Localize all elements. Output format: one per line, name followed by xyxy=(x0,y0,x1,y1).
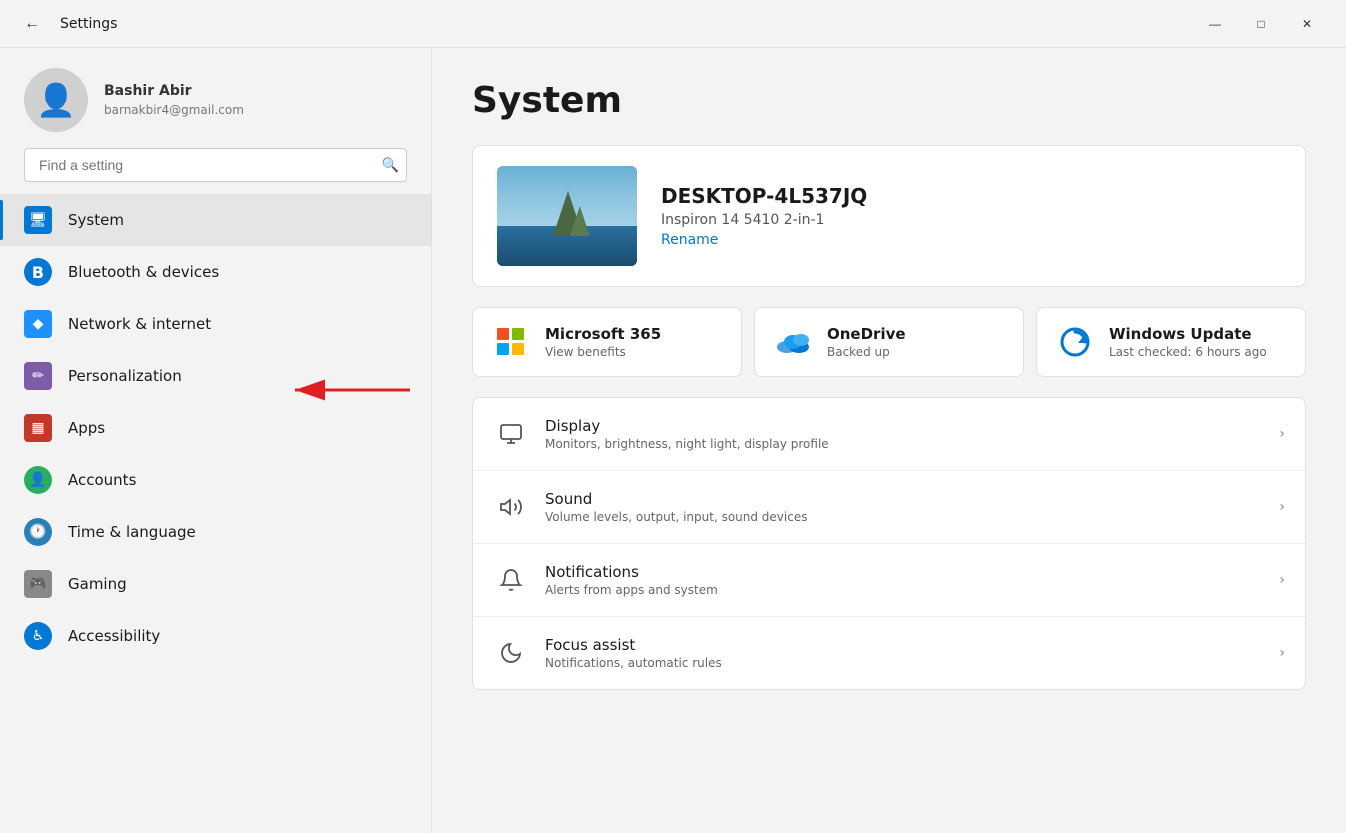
nav-label-bluetooth: Bluetooth & devices xyxy=(68,263,219,281)
setting-sub-sound: Volume levels, output, input, sound devi… xyxy=(545,510,1279,524)
title-bar: ← Settings — □ ✕ xyxy=(0,0,1346,48)
setting-title-focus: Focus assist xyxy=(545,636,1279,654)
page-title: System xyxy=(472,80,1306,121)
setting-title-display: Display xyxy=(545,417,1279,435)
setting-text-display: Display Monitors, brightness, night ligh… xyxy=(545,417,1279,451)
device-model: Inspiron 14 5410 2-in-1 xyxy=(661,212,867,228)
onedrive-icon xyxy=(775,324,811,360)
quick-link-title-ms365: Microsoft 365 xyxy=(545,325,661,343)
content-area: System DESKTOP-4L537JQ Inspiron 14 5410 … xyxy=(432,48,1346,833)
window-title: Settings xyxy=(60,16,117,32)
quick-link-sub-winupdate: Last checked: 6 hours ago xyxy=(1109,345,1267,359)
setting-sub-notifications: Alerts from apps and system xyxy=(545,583,1279,597)
quick-link-sub-onedrive: Backed up xyxy=(827,345,906,359)
nav-label-apps: Apps xyxy=(68,419,105,437)
close-button[interactable]: ✕ xyxy=(1284,8,1330,40)
thumbnail-art xyxy=(497,166,637,266)
user-profile[interactable]: 👤 Bashir Abir barnakbir4@gmail.com xyxy=(0,48,431,148)
setting-sub-display: Monitors, brightness, night light, displ… xyxy=(545,437,1279,451)
setting-text-notifications: Notifications Alerts from apps and syste… xyxy=(545,563,1279,597)
setting-text-focus: Focus assist Notifications, automatic ru… xyxy=(545,636,1279,670)
quick-link-winupdate[interactable]: Windows Update Last checked: 6 hours ago xyxy=(1036,307,1306,377)
sound-icon xyxy=(493,489,529,525)
sidebar: 👤 Bashir Abir barnakbir4@gmail.com 🔍 🖥 S… xyxy=(0,48,432,833)
user-email: barnakbir4@gmail.com xyxy=(104,103,244,117)
search-button[interactable]: 🔍 xyxy=(382,157,399,174)
device-thumbnail xyxy=(497,166,637,266)
rename-link[interactable]: Rename xyxy=(661,232,867,248)
setting-row-sound[interactable]: Sound Volume levels, output, input, soun… xyxy=(473,471,1305,544)
quick-link-title-winupdate: Windows Update xyxy=(1109,325,1267,343)
search-icon: 🔍 xyxy=(382,157,399,173)
device-card: DESKTOP-4L537JQ Inspiron 14 5410 2-in-1 … xyxy=(472,145,1306,287)
nav-label-system: System xyxy=(68,211,124,229)
quick-link-text-ms365: Microsoft 365 View benefits xyxy=(545,325,661,359)
sidebar-item-accessibility[interactable]: ♿ Accessibility xyxy=(0,610,431,662)
user-name: Bashir Abir xyxy=(104,83,244,99)
back-button[interactable]: ← xyxy=(16,8,48,40)
bluetooth-icon: B xyxy=(24,258,52,286)
user-info: Bashir Abir barnakbir4@gmail.com xyxy=(104,83,244,117)
window-controls: — □ ✕ xyxy=(1192,8,1330,40)
ms365-icon xyxy=(493,324,529,360)
nav-label-accounts: Accounts xyxy=(68,471,136,489)
display-icon xyxy=(493,416,529,452)
minimize-button[interactable]: — xyxy=(1192,8,1238,40)
system-icon: 🖥 xyxy=(24,206,52,234)
accessibility-icon: ♿ xyxy=(24,622,52,650)
winupdate-icon xyxy=(1057,324,1093,360)
setting-row-notifications[interactable]: Notifications Alerts from apps and syste… xyxy=(473,544,1305,617)
sidebar-item-personalization[interactable]: ✏ Personalization xyxy=(0,350,431,402)
personalization-icon: ✏ xyxy=(24,362,52,390)
nav-label-gaming: Gaming xyxy=(68,575,127,593)
notifications-icon xyxy=(493,562,529,598)
device-info: DESKTOP-4L537JQ Inspiron 14 5410 2-in-1 … xyxy=(661,184,867,248)
sidebar-item-timelang[interactable]: 🕐 Time & language xyxy=(0,506,431,558)
apps-icon: ▦ xyxy=(24,414,52,442)
timelang-icon: 🕐 xyxy=(24,518,52,546)
setting-row-display[interactable]: Display Monitors, brightness, night ligh… xyxy=(473,398,1305,471)
quick-link-text-onedrive: OneDrive Backed up xyxy=(827,325,906,359)
nav-list: 🖥 System B Bluetooth & devices ◆ Network… xyxy=(0,190,431,666)
chevron-icon-notifications: › xyxy=(1279,572,1285,588)
nav-label-timelang: Time & language xyxy=(68,523,196,541)
gaming-icon: 🎮 xyxy=(24,570,52,598)
chevron-icon-focus: › xyxy=(1279,645,1285,661)
back-icon: ← xyxy=(24,15,40,33)
setting-sub-focus: Notifications, automatic rules xyxy=(545,656,1279,670)
quick-links: Microsoft 365 View benefits OneDrive Bac… xyxy=(472,307,1306,377)
focus-icon xyxy=(493,635,529,671)
sidebar-item-apps[interactable]: ▦ Apps xyxy=(0,402,431,454)
search-box: 🔍 xyxy=(24,148,407,182)
nav-label-network: Network & internet xyxy=(68,315,211,333)
quick-link-title-onedrive: OneDrive xyxy=(827,325,906,343)
setting-row-focus[interactable]: Focus assist Notifications, automatic ru… xyxy=(473,617,1305,689)
setting-title-notifications: Notifications xyxy=(545,563,1279,581)
app-body: 👤 Bashir Abir barnakbir4@gmail.com 🔍 🖥 S… xyxy=(0,48,1346,833)
quick-link-ms365[interactable]: Microsoft 365 View benefits xyxy=(472,307,742,377)
sidebar-item-network[interactable]: ◆ Network & internet xyxy=(0,298,431,350)
sidebar-item-gaming[interactable]: 🎮 Gaming xyxy=(0,558,431,610)
sidebar-item-system[interactable]: 🖥 System xyxy=(0,194,431,246)
maximize-button[interactable]: □ xyxy=(1238,8,1284,40)
chevron-icon-sound: › xyxy=(1279,499,1285,515)
user-icon: 👤 xyxy=(36,81,76,119)
avatar: 👤 xyxy=(24,68,88,132)
setting-title-sound: Sound xyxy=(545,490,1279,508)
setting-text-sound: Sound Volume levels, output, input, soun… xyxy=(545,490,1279,524)
quick-link-text-winupdate: Windows Update Last checked: 6 hours ago xyxy=(1109,325,1267,359)
network-icon: ◆ xyxy=(24,310,52,338)
chevron-icon-display: › xyxy=(1279,426,1285,442)
settings-card: Display Monitors, brightness, night ligh… xyxy=(472,397,1306,690)
accounts-icon: 👤 xyxy=(24,466,52,494)
search-input[interactable] xyxy=(24,148,407,182)
title-bar-left: ← Settings xyxy=(16,8,1192,40)
quick-link-onedrive[interactable]: OneDrive Backed up xyxy=(754,307,1024,377)
sidebar-item-accounts[interactable]: 👤 Accounts xyxy=(0,454,431,506)
quick-link-sub-ms365: View benefits xyxy=(545,345,661,359)
sidebar-item-bluetooth[interactable]: B Bluetooth & devices xyxy=(0,246,431,298)
nav-label-accessibility: Accessibility xyxy=(68,627,160,645)
device-name: DESKTOP-4L537JQ xyxy=(661,184,867,208)
nav-label-personalization: Personalization xyxy=(68,367,182,385)
